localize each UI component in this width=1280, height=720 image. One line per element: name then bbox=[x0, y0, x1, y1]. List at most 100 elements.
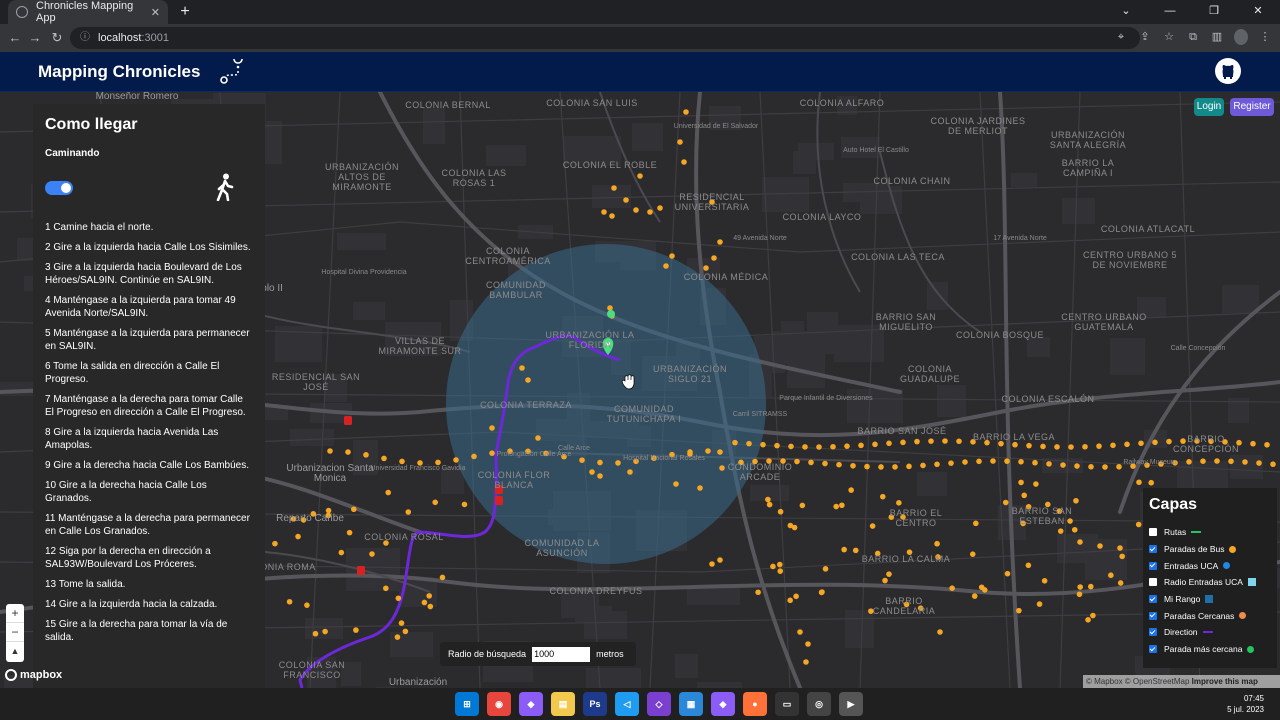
bus-stop-marker bbox=[793, 593, 799, 600]
new-tab-button[interactable]: + bbox=[176, 3, 194, 21]
restore-button[interactable]: ❐ bbox=[1192, 0, 1236, 24]
attribution-text[interactable]: © Mapbox © OpenStreetMap bbox=[1086, 677, 1189, 686]
layer-checkbox[interactable] bbox=[1149, 628, 1157, 637]
info-icon[interactable]: ⓘ bbox=[80, 27, 90, 49]
layer-toggle-row[interactable]: Radio Entradas UCA bbox=[1149, 574, 1271, 591]
clock-time: 07:45 bbox=[1243, 694, 1264, 703]
taskbar-terminal-icon[interactable]: ▭ bbox=[775, 692, 799, 716]
bus-stop-marker bbox=[836, 461, 842, 468]
map-area-label: COLONIA GUADALUPE bbox=[899, 364, 961, 384]
layer-checkbox[interactable] bbox=[1149, 528, 1157, 537]
forward-icon[interactable]: → bbox=[26, 29, 44, 47]
bus-stop-marker bbox=[858, 442, 864, 449]
direction-step: 13 Tome la salida. bbox=[45, 579, 126, 590]
layer-toggle-row[interactable]: Entradas UCA bbox=[1149, 557, 1271, 574]
bus-stop-marker bbox=[1077, 584, 1083, 590]
location-icon[interactable]: ⌖ bbox=[1114, 29, 1128, 45]
layer-toggle-row[interactable]: Mi Rango bbox=[1149, 591, 1271, 608]
bus-stop-marker bbox=[1228, 458, 1234, 465]
search-radius-label: Radio de búsqueda bbox=[448, 649, 527, 659]
sidepanel-icon[interactable]: ▥ bbox=[1210, 29, 1224, 45]
taskbar-media-player-icon[interactable]: ▶ bbox=[839, 692, 863, 716]
map-area-label: VILLAS DE MIRAMONTE SUR bbox=[378, 336, 462, 356]
zoom-out-button[interactable]: − bbox=[6, 623, 24, 642]
bus-stop-marker bbox=[295, 533, 301, 540]
bookmark-star-icon[interactable]: ☆ bbox=[1162, 29, 1176, 45]
bus-stop-marker bbox=[1124, 441, 1130, 448]
layer-toggle-row[interactable]: Paradas Cercanas bbox=[1149, 607, 1271, 624]
taskbar-obs-icon[interactable]: ◎ bbox=[807, 692, 831, 716]
bus-stop-marker bbox=[709, 561, 715, 567]
taskbar-calendar-icon[interactable]: ▦ bbox=[679, 692, 703, 716]
close-tab-icon[interactable]: ✕ bbox=[151, 6, 160, 19]
layer-label: Entradas UCA bbox=[1164, 560, 1219, 571]
bus-stop-marker bbox=[327, 448, 333, 454]
map-area-label: Prolongación Calle Arce bbox=[496, 451, 572, 458]
bus-stop-marker bbox=[351, 506, 357, 513]
taskbar-apps: ⊞ ◉ ◆ ▤ Ps ◁ ◇ ▦ ◆ ● ▭ ◎ ▶ bbox=[455, 692, 863, 716]
layer-toggle-row[interactable]: Rutas bbox=[1149, 524, 1271, 541]
bus-stop-marker bbox=[819, 589, 825, 595]
direction-step: 4 Manténgase a la izquierda para tomar 4… bbox=[45, 295, 236, 319]
minimize-button[interactable]: — bbox=[1148, 0, 1192, 24]
layer-label: Rutas bbox=[1164, 527, 1187, 538]
browser-tab[interactable]: Chronicles Mapping App ✕ bbox=[8, 0, 168, 24]
layer-checkbox[interactable] bbox=[1149, 611, 1157, 620]
layer-checkbox[interactable] bbox=[1149, 595, 1157, 604]
bus-stop-marker bbox=[969, 551, 976, 557]
uca-entrance-marker bbox=[495, 496, 503, 505]
bus-stop-marker bbox=[1085, 617, 1091, 623]
map-area-label: CENTRO URBANO 5 DE NOVIEMBRE bbox=[1082, 250, 1177, 270]
layer-checkbox[interactable] bbox=[1149, 578, 1157, 587]
bus-stop-marker bbox=[489, 425, 495, 431]
address-bar[interactable]: ⓘ localhost:3001 bbox=[70, 27, 1140, 49]
tab-search-button[interactable]: ⌄ bbox=[1104, 0, 1148, 24]
extensions-icon[interactable]: ⧉ bbox=[1186, 29, 1200, 45]
taskbar-app2-icon[interactable]: ◆ bbox=[711, 692, 735, 716]
register-button[interactable]: Register bbox=[1230, 98, 1274, 116]
map-area-label: COLONIA TERRAZA bbox=[480, 400, 572, 410]
taskbar-explorer-icon[interactable]: ▤ bbox=[551, 692, 575, 716]
browser-tab-strip: Chronicles Mapping App ✕ + ⌄ — ❐ ✕ bbox=[0, 0, 1280, 24]
back-icon[interactable]: ← bbox=[6, 29, 24, 47]
improve-map-link[interactable]: Improve this map bbox=[1192, 677, 1258, 686]
layer-toggle-row[interactable]: Direction bbox=[1149, 624, 1271, 641]
github-icon[interactable] bbox=[1214, 57, 1242, 85]
layer-toggle-row[interactable]: Parada más cercana bbox=[1149, 641, 1271, 658]
taskbar-Ps-icon[interactable]: Ps bbox=[583, 692, 607, 716]
taskbar-firefox-icon[interactable]: ● bbox=[743, 692, 767, 716]
bus-stop-marker bbox=[805, 641, 811, 647]
layer-checkbox[interactable] bbox=[1149, 561, 1157, 570]
taskbar-vscode-icon[interactable]: ◁ bbox=[615, 692, 639, 716]
bus-stop-marker bbox=[363, 452, 369, 458]
walking-toggle[interactable] bbox=[45, 181, 73, 195]
bus-stop-marker bbox=[973, 520, 979, 527]
map-area-label: URBANIZACIÓN SIGLO 21 bbox=[652, 364, 727, 384]
reload-icon[interactable]: ↻ bbox=[48, 29, 66, 47]
layer-checkbox[interactable] bbox=[1149, 545, 1157, 554]
map-area-label: Reparto Caribe bbox=[276, 513, 344, 524]
layer-toggle-row[interactable]: Paradas de Bus bbox=[1149, 541, 1271, 558]
close-window-button[interactable]: ✕ bbox=[1236, 0, 1280, 24]
taskbar-app-icon[interactable]: ◆ bbox=[519, 692, 543, 716]
map-area-label: COLONIA FLOR BLANCA bbox=[477, 470, 551, 490]
mapbox-logo[interactable]: mapbox bbox=[5, 669, 62, 681]
menu-icon[interactable]: ⋮ bbox=[1258, 29, 1272, 45]
share-icon[interactable]: ⇪ bbox=[1138, 29, 1152, 45]
map-area-label: COLONIA DREYFUS bbox=[549, 586, 643, 596]
search-radius-input[interactable] bbox=[532, 646, 591, 662]
taskbar-chrome-icon[interactable]: ◉ bbox=[487, 692, 511, 716]
taskbar-visual-studio-icon[interactable]: ◇ bbox=[647, 692, 671, 716]
profile-avatar[interactable] bbox=[1234, 29, 1248, 45]
zoom-in-button[interactable]: + bbox=[6, 604, 24, 623]
layer-checkbox[interactable] bbox=[1149, 645, 1157, 654]
system-clock[interactable]: 07:45 5 jul. 2023 bbox=[1227, 693, 1264, 715]
city-block bbox=[675, 654, 698, 678]
compass-button[interactable]: ▲ bbox=[6, 642, 24, 661]
layer-label: Paradas de Bus bbox=[1164, 544, 1225, 555]
login-button[interactable]: Login bbox=[1194, 98, 1224, 116]
map-area-label: COLONIA ESCALÓN bbox=[1001, 394, 1095, 404]
taskbar-windows-icon[interactable]: ⊞ bbox=[455, 692, 479, 716]
url-host: localhost bbox=[98, 32, 142, 44]
bus-stop-marker bbox=[1021, 492, 1028, 499]
